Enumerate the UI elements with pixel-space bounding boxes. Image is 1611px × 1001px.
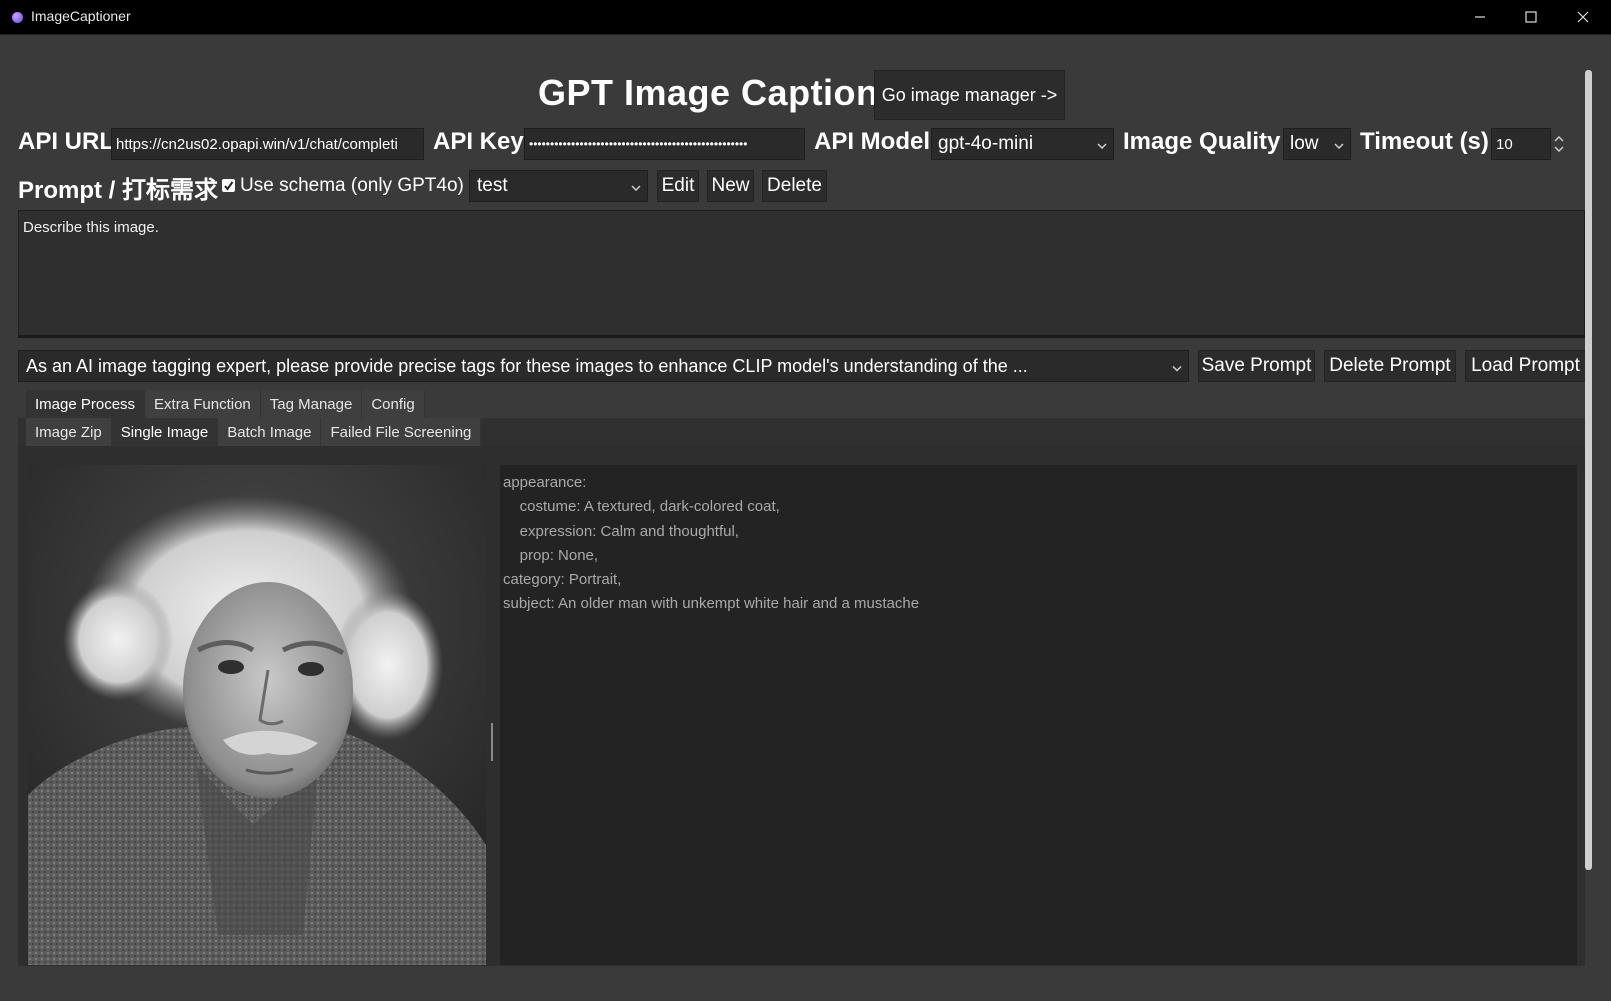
api-key-input[interactable]: ••••••••••••••••••••••••••••••••••••••••… bbox=[524, 128, 805, 160]
api-url-label: API URL bbox=[18, 128, 114, 155]
timeout-value: 10 bbox=[1496, 135, 1513, 153]
splitter-handle[interactable] bbox=[491, 723, 493, 761]
minimize-button[interactable] bbox=[1454, 0, 1506, 34]
image-quality-select[interactable]: low bbox=[1283, 128, 1351, 160]
api-model-value: gpt-4o-mini bbox=[938, 133, 1034, 154]
prompt-text: Describe this image. bbox=[23, 219, 159, 236]
caption-result-textbox[interactable]: appearance: costume: A textured, dark-co… bbox=[500, 465, 1577, 965]
tab-image-zip[interactable]: Image Zip bbox=[26, 418, 112, 446]
edit-schema-button[interactable]: Edit bbox=[657, 170, 699, 202]
chevron-down-icon bbox=[631, 175, 641, 197]
api-key-label: API Key bbox=[433, 128, 524, 155]
caption-line: subject: An older man with unkempt white… bbox=[503, 595, 920, 613]
timeout-label: Timeout (s) bbox=[1360, 128, 1489, 155]
image-quality-label: Image Quality bbox=[1123, 128, 1281, 155]
maximize-button[interactable] bbox=[1505, 0, 1557, 34]
spinner-arrows-icon[interactable] bbox=[1554, 135, 1564, 157]
caption-line: prop: None, bbox=[503, 546, 599, 564]
use-schema-checkbox[interactable] bbox=[222, 179, 235, 192]
go-image-manager-button[interactable]: Go image manager -> bbox=[874, 70, 1065, 120]
delete-prompt-button[interactable]: Delete Prompt bbox=[1324, 350, 1456, 382]
new-schema-button[interactable]: New bbox=[707, 170, 754, 202]
caption-line: costume: A textured, dark-colored coat, bbox=[503, 498, 780, 516]
caption-line: expression: Calm and thoughtful, bbox=[503, 522, 739, 540]
chevron-down-icon bbox=[1172, 356, 1182, 377]
saved-prompt-value: As an AI image tagging expert, please pr… bbox=[26, 355, 1028, 376]
tab-tag-manage[interactable]: Tag Manage bbox=[260, 390, 363, 419]
schema-select[interactable]: test bbox=[469, 170, 648, 202]
app-icon bbox=[12, 12, 23, 23]
tab-batch-image[interactable]: Batch Image bbox=[218, 418, 322, 446]
api-model-select[interactable]: gpt-4o-mini bbox=[931, 128, 1114, 160]
schema-select-value: test bbox=[477, 175, 508, 196]
timeout-spinbox[interactable]: 10 bbox=[1491, 128, 1551, 160]
window-titlebar: ImageCaptioner bbox=[0, 0, 1611, 35]
tab-failed-file-screening[interactable]: Failed File Screening bbox=[321, 418, 482, 446]
checkbox-checked-icon bbox=[224, 181, 234, 191]
chevron-down-icon bbox=[1097, 133, 1107, 155]
save-prompt-button[interactable]: Save Prompt bbox=[1198, 350, 1315, 382]
load-prompt-button[interactable]: Load Prompt bbox=[1465, 350, 1586, 382]
sub-tabs: Image Zip Single Image Batch Image Faile… bbox=[26, 418, 482, 446]
close-button[interactable] bbox=[1557, 0, 1609, 34]
delete-schema-button[interactable]: Delete bbox=[762, 170, 827, 202]
caption-line: appearance: bbox=[503, 474, 587, 491]
window-title: ImageCaptioner bbox=[31, 8, 131, 24]
chevron-down-icon bbox=[1334, 133, 1344, 155]
tab-extra-function[interactable]: Extra Function bbox=[145, 390, 261, 419]
page-scrollbar[interactable] bbox=[1585, 70, 1592, 870]
caption-line: category: Portrait, bbox=[503, 571, 622, 589]
prompt-textarea[interactable]: Describe this image. bbox=[18, 210, 1585, 338]
tab-single-image[interactable]: Single Image bbox=[111, 418, 219, 446]
saved-prompt-select[interactable]: As an AI image tagging expert, please pr… bbox=[18, 350, 1189, 382]
tab-config[interactable]: Config bbox=[362, 390, 425, 419]
api-url-input[interactable]: https://cn2us02.opapi.win/v1/chat/comple… bbox=[111, 128, 424, 160]
api-model-label: API Model bbox=[814, 128, 931, 155]
use-schema-label: Use schema (only GPT4o) bbox=[240, 175, 464, 196]
portrait-photo bbox=[28, 465, 486, 965]
api-url-value: https://cn2us02.opapi.win/v1/chat/comple… bbox=[116, 135, 398, 153]
close-icon bbox=[1577, 11, 1589, 23]
prompt-label: Prompt / 打标需求 bbox=[18, 177, 219, 204]
image-preview[interactable] bbox=[28, 465, 486, 965]
main-tabs: Image Process Extra Function Tag Manage … bbox=[26, 390, 425, 419]
tab-image-process[interactable]: Image Process bbox=[26, 390, 146, 419]
minimize-icon bbox=[1475, 16, 1485, 18]
api-key-value: ••••••••••••••••••••••••••••••••••••••••… bbox=[529, 137, 748, 151]
page-title: GPT Image Caption bbox=[538, 72, 879, 113]
image-quality-value: low bbox=[1290, 133, 1319, 154]
maximize-icon bbox=[1525, 11, 1537, 23]
